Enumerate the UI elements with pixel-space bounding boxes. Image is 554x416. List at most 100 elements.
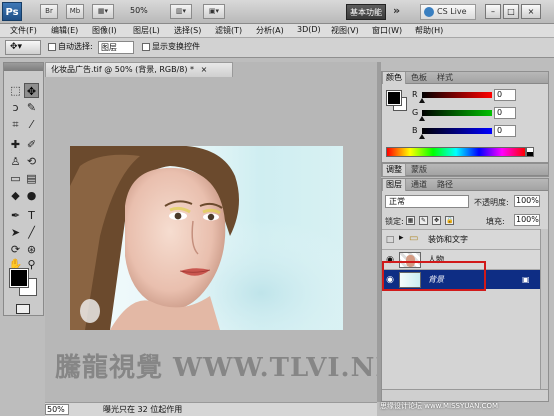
channel-g-value[interactable]: 0 xyxy=(494,107,516,119)
arrange-documents-button[interactable]: ▥▾ xyxy=(170,4,192,19)
menu-3d[interactable]: 3D(D) xyxy=(297,25,321,34)
status-bar: 50% 曝光只在 32 位起作用 xyxy=(45,402,377,416)
lock-label: 锁定: xyxy=(385,217,404,226)
maximize-button[interactable]: □ xyxy=(503,4,519,19)
menu-layer[interactable]: 图层(L) xyxy=(133,25,160,36)
channel-g-knob[interactable] xyxy=(419,116,425,121)
toolbox-header[interactable] xyxy=(4,63,43,71)
color-panel: 颜色 色板 样式 R 0 G 0 B 0 xyxy=(381,71,549,163)
lasso-tool-icon[interactable]: ↄ xyxy=(8,100,23,115)
cs-live-button[interactable]: CS Live xyxy=(420,4,476,20)
menu-bar: 文件(F) 编辑(E) 图像(I) 图层(L) 选择(S) 滤镜(T) 分析(A… xyxy=(0,24,554,38)
black-white-ramp[interactable] xyxy=(526,147,534,157)
eraser-tool-icon[interactable]: ▭ xyxy=(8,171,23,186)
gradient-tool-icon[interactable]: ▤ xyxy=(24,171,39,186)
document-canvas[interactable] xyxy=(70,146,343,330)
tab-color[interactable]: 颜色 xyxy=(382,72,406,84)
dodge-tool-icon[interactable]: ● xyxy=(24,188,39,203)
layer-row-group[interactable]: □ ▸ ▭ 装饰和文字 xyxy=(382,229,540,249)
history-brush-tool-icon[interactable]: ⟲ xyxy=(24,154,39,169)
rectangle-tool-icon[interactable]: ╱ xyxy=(24,225,39,240)
quick-select-tool-icon[interactable]: ✎ xyxy=(24,100,39,115)
channel-b-value[interactable]: 0 xyxy=(494,125,516,137)
tab-styles[interactable]: 样式 xyxy=(434,72,456,84)
highlight-annotation xyxy=(382,261,486,291)
tool-preset-picker[interactable]: ✥▾ xyxy=(5,40,41,55)
status-info[interactable]: 曝光只在 32 位起作用 xyxy=(103,404,182,415)
panel-foreground-swatch[interactable] xyxy=(386,90,402,106)
group-expand-icon[interactable]: ▸ xyxy=(399,233,404,243)
marquee-tool-icon[interactable]: ⬚ xyxy=(8,83,23,98)
pen-tool-icon[interactable]: ✒ xyxy=(8,208,23,223)
channel-r-value[interactable]: 0 xyxy=(494,89,516,101)
document-tab[interactable]: 化妆品广告.tif @ 50% (背景, RGB/8) * × xyxy=(45,62,233,77)
eyedropper-tool-icon[interactable]: ⁄ xyxy=(24,117,39,132)
document-close-icon[interactable]: × xyxy=(201,65,208,74)
opacity-field[interactable]: 100% xyxy=(514,195,540,207)
brush-tool-icon[interactable]: ✐ xyxy=(24,137,39,152)
workspace-switcher[interactable]: 基本功能 xyxy=(346,4,386,20)
tab-paths[interactable]: 路径 xyxy=(434,179,456,191)
menu-filter[interactable]: 滤镜(T) xyxy=(215,25,242,36)
auto-select-dropdown[interactable]: 图层 xyxy=(98,41,134,54)
tab-swatches[interactable]: 色板 xyxy=(408,72,430,84)
more-workspaces-icon[interactable]: » xyxy=(393,4,400,17)
channel-b-slider[interactable] xyxy=(422,128,492,134)
menu-file[interactable]: 文件(F) xyxy=(10,25,37,36)
opacity-label: 不透明度: xyxy=(474,198,509,207)
menu-help[interactable]: 帮助(H) xyxy=(415,25,443,36)
minimize-button[interactable]: – xyxy=(485,4,501,19)
layer-name[interactable]: 装饰和文字 xyxy=(428,234,468,245)
menu-window[interactable]: 窗口(W) xyxy=(372,25,402,36)
color-spectrum-bar[interactable] xyxy=(386,147,526,157)
status-zoom-field[interactable]: 50% xyxy=(45,404,69,415)
clone-stamp-tool-icon[interactable]: ♙ xyxy=(8,154,23,169)
photoshop-window: Ps Br Mb ▦▾ 50% ▥▾ ▣▾ 基本功能 » CS Live – □… xyxy=(0,0,554,416)
lock-transparency-icon[interactable]: ▦ xyxy=(406,216,415,225)
channel-r-knob[interactable] xyxy=(419,98,425,103)
bridge-button[interactable]: Br xyxy=(40,4,58,19)
screen-mode-button[interactable]: ▣▾ xyxy=(203,4,225,19)
channel-r-label: R xyxy=(412,90,418,99)
lock-position-icon[interactable]: ✥ xyxy=(432,216,441,225)
channel-b-knob[interactable] xyxy=(419,134,425,139)
menu-analysis[interactable]: 分析(A) xyxy=(256,25,284,36)
mini-bridge-button[interactable]: Mb xyxy=(66,4,84,19)
lock-pixels-icon[interactable]: ✎ xyxy=(419,216,428,225)
type-tool-icon[interactable]: T xyxy=(24,208,39,223)
tab-adjustments[interactable]: 调整 xyxy=(382,164,406,176)
path-selection-tool-icon[interactable]: ➤ xyxy=(8,225,23,240)
show-transform-checkbox[interactable] xyxy=(142,43,150,51)
blend-mode-select[interactable]: 正常 xyxy=(385,195,469,208)
channel-g-slider[interactable] xyxy=(422,110,492,116)
tab-masks[interactable]: 蒙版 xyxy=(408,164,430,176)
channel-r-slider[interactable] xyxy=(422,92,492,98)
layers-scrollbar[interactable] xyxy=(540,229,548,389)
menu-edit[interactable]: 编辑(E) xyxy=(51,25,78,36)
view-extras-button[interactable]: ▦▾ xyxy=(92,4,114,19)
crop-tool-icon[interactable]: ⌗ xyxy=(8,117,23,132)
quick-mask-button[interactable] xyxy=(16,304,30,314)
watermark-text: 騰龍視覺 WWW.TLVI.NET xyxy=(55,353,417,383)
lock-all-icon[interactable]: 🔒 xyxy=(445,216,454,225)
portrait-image xyxy=(70,146,343,330)
menu-image[interactable]: 图像(I) xyxy=(92,25,117,36)
layers-panel: 图层 通道 路径 正常 不透明度: 100% 锁定: ▦ ✎ ✥ 🔒 填充: 1… xyxy=(381,178,549,402)
tab-channels[interactable]: 通道 xyxy=(408,179,430,191)
fill-field[interactable]: 100% xyxy=(514,214,540,226)
menu-select[interactable]: 选择(S) xyxy=(174,25,201,36)
zoom-level[interactable]: 50% xyxy=(130,6,148,15)
auto-select-checkbox[interactable] xyxy=(48,43,56,51)
tab-layers[interactable]: 图层 xyxy=(382,179,406,191)
3d-rotate-tool-icon[interactable]: ⟳ xyxy=(8,242,23,257)
cs-live-label: CS Live xyxy=(437,7,467,16)
close-button[interactable]: × xyxy=(521,4,541,19)
3d-orbit-tool-icon[interactable]: ⊛ xyxy=(24,242,39,257)
folder-icon: ▭ xyxy=(409,233,419,244)
layer-visibility-placeholder[interactable]: □ xyxy=(384,234,396,246)
healing-brush-tool-icon[interactable]: ✚ xyxy=(8,137,23,152)
move-tool-icon[interactable]: ✥ xyxy=(24,83,39,98)
menu-view[interactable]: 视图(V) xyxy=(331,25,359,36)
foreground-color-swatch[interactable] xyxy=(9,268,29,288)
blur-tool-icon[interactable]: ◆ xyxy=(8,188,23,203)
